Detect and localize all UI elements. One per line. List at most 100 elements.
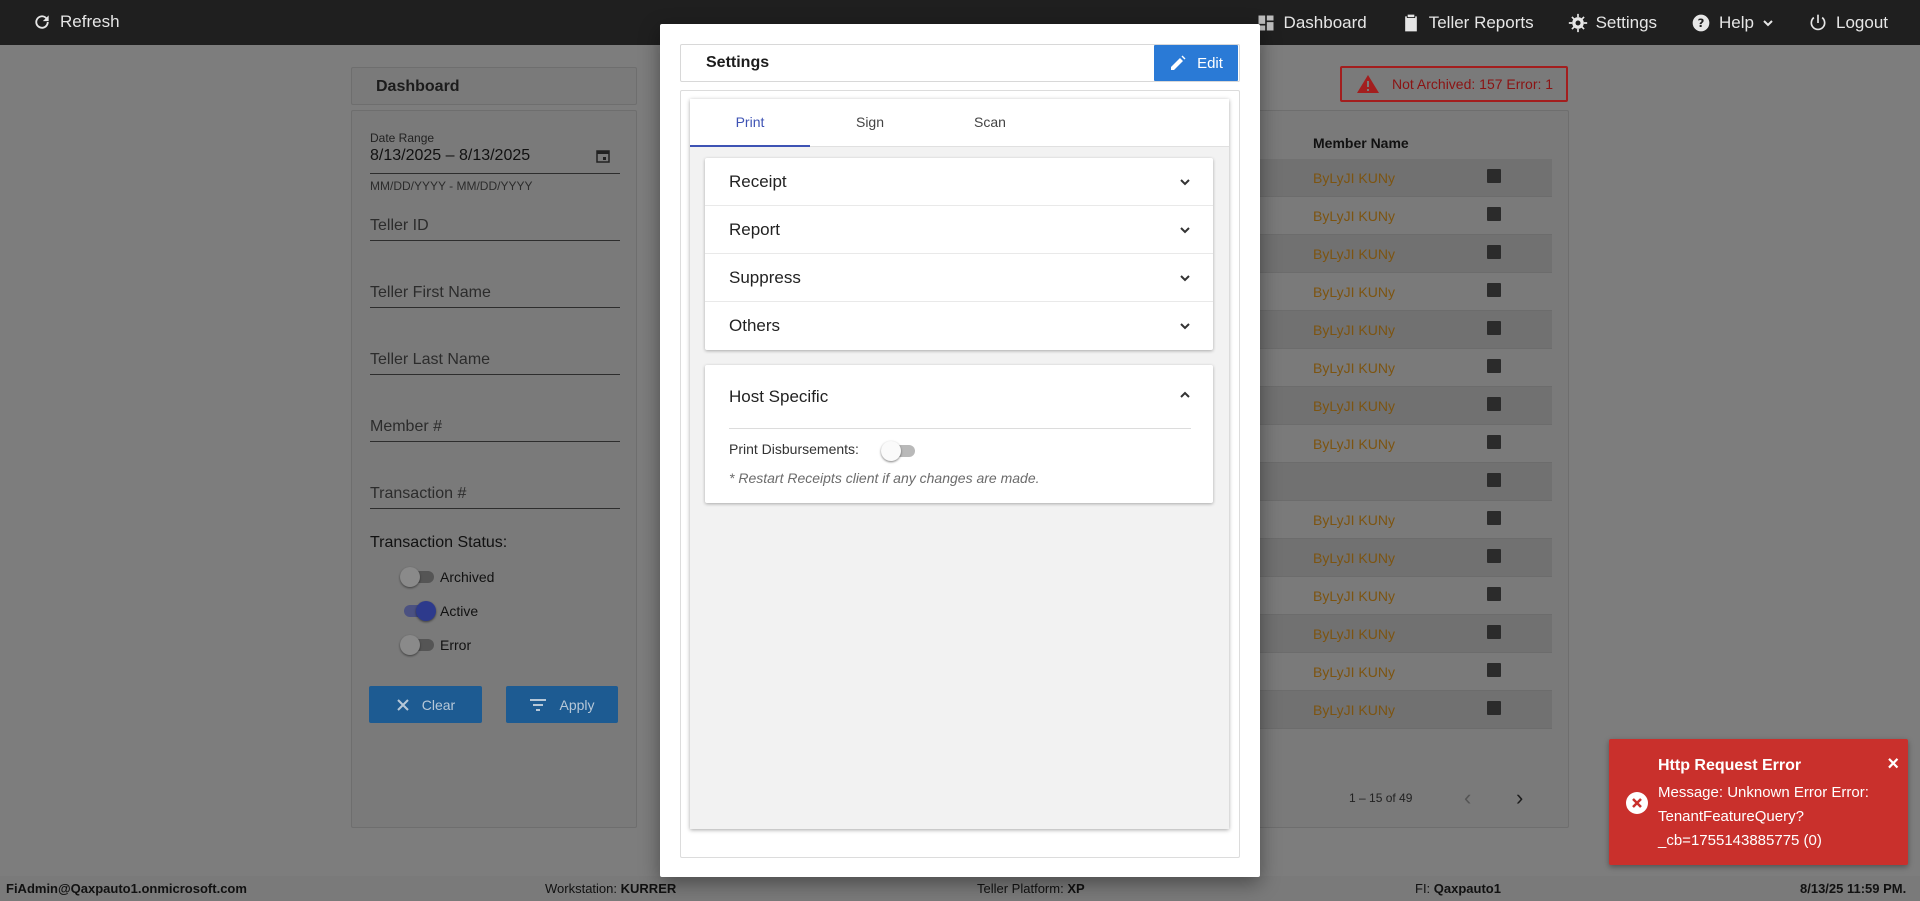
note-icon[interactable] (1487, 663, 1501, 677)
power-icon (1810, 14, 1826, 30)
calendar-icon[interactable] (596, 149, 610, 163)
note-icon[interactable] (1487, 511, 1501, 525)
member-name-cell[interactable]: ByLyJI KUNy (1313, 588, 1395, 604)
table-row[interactable]: ByLyJI KUNy (1259, 273, 1552, 311)
nav-help[interactable]: ? Help (1691, 13, 1774, 33)
note-icon[interactable] (1487, 625, 1501, 639)
edit-button[interactable]: Edit (1154, 45, 1238, 81)
nav-teller-reports[interactable]: Teller Reports (1401, 13, 1534, 33)
error-label: Error (440, 637, 472, 653)
member-name-header: Member Name (1313, 135, 1409, 151)
table-row[interactable]: ByLyJI KUNy (1259, 425, 1552, 463)
close-icon (397, 698, 409, 711)
note-icon[interactable] (1487, 435, 1501, 449)
transaction-number-field[interactable]: Transaction # (370, 485, 466, 503)
table-row[interactable]: ByLyJI KUNy (1259, 197, 1552, 235)
note-icon[interactable] (1487, 321, 1501, 335)
member-name-cell[interactable]: ByLyJI KUNy (1313, 664, 1395, 680)
host-specific-header[interactable]: Host Specific (729, 387, 828, 407)
workstation-label: Workstation: (545, 881, 618, 896)
note-icon[interactable] (1487, 587, 1501, 601)
archive-status-alert[interactable]: Not Archived: 157 Error: 1 (1340, 66, 1568, 102)
clear-label: Clear (421, 696, 456, 713)
refresh-button[interactable]: Refresh (32, 12, 120, 32)
help-icon: ? (1692, 14, 1710, 31)
gear-icon (1568, 13, 1587, 32)
note-icon[interactable] (1487, 397, 1501, 411)
tab-scan[interactable]: Scan (930, 99, 1050, 147)
nav-help-label: Help (1719, 12, 1754, 32)
print-disbursements-label: Print Disbursements: (729, 441, 859, 457)
prev-page-button[interactable]: ‹ (1464, 785, 1471, 811)
nav-settings[interactable]: Settings (1568, 13, 1657, 33)
archived-toggle-row[interactable]: Archived (400, 567, 494, 587)
note-icon[interactable] (1487, 473, 1501, 487)
member-name-cell[interactable]: ByLyJI KUNy (1313, 246, 1395, 262)
tab-sign[interactable]: Sign (810, 99, 930, 147)
member-name-cell[interactable]: ByLyJI KUNy (1313, 626, 1395, 642)
toast-close-button[interactable]: × (1887, 753, 1899, 776)
section-suppress[interactable]: Suppress (705, 254, 1213, 302)
chevron-up-icon[interactable] (1177, 387, 1193, 403)
section-receipt[interactable]: Receipt (705, 158, 1213, 206)
nav-dashboard[interactable]: Dashboard (1256, 13, 1367, 33)
tab-print[interactable]: Print (690, 99, 810, 147)
chevron-down-icon (1763, 19, 1773, 26)
nav-logout[interactable]: Logout (1808, 13, 1888, 33)
teller-last-underline (370, 374, 620, 375)
section-others[interactable]: Others (705, 302, 1213, 350)
transaction-status-label: Transaction Status: (370, 534, 508, 551)
note-icon[interactable] (1487, 245, 1501, 259)
table-row[interactable]: ByLyJI KUNy (1259, 311, 1552, 349)
toast-message: Message: Unknown Error Error: TenantFeat… (1658, 784, 1869, 849)
table-row[interactable]: ByLyJI KUNy (1259, 235, 1552, 273)
next-page-button[interactable]: › (1516, 785, 1523, 811)
date-range-input[interactable]: 8/13/2025 – 8/13/2025 (370, 147, 530, 165)
table-row[interactable]: ByLyJI KUNy (1259, 577, 1552, 615)
table-row[interactable]: ByLyJI KUNy (1259, 159, 1552, 197)
date-range-hint: MM/DD/YYYY - MM/DD/YYYY (370, 179, 533, 193)
clear-button[interactable]: Clear (369, 686, 482, 723)
teller-first-name-field[interactable]: Teller First Name (370, 284, 491, 302)
member-name-cell[interactable]: ByLyJI KUNy (1313, 436, 1395, 452)
table-row[interactable]: ByLyJI KUNy (1259, 539, 1552, 577)
active-toggle-row[interactable]: Active (400, 601, 478, 621)
note-icon[interactable] (1487, 169, 1501, 183)
note-icon[interactable] (1487, 283, 1501, 297)
member-name-cell[interactable]: ByLyJI KUNy (1313, 550, 1395, 566)
member-name-cell[interactable]: ByLyJI KUNy (1313, 512, 1395, 528)
section-report-label: Report (729, 220, 781, 239)
note-icon[interactable] (1487, 701, 1501, 715)
note-icon[interactable] (1487, 207, 1501, 221)
archived-toggle[interactable] (400, 567, 434, 587)
teller-last-name-field[interactable]: Teller Last Name (370, 351, 490, 369)
table-row[interactable]: ByLyJI KUNy (1259, 501, 1552, 539)
member-name-cell[interactable]: ByLyJI KUNy (1313, 170, 1395, 186)
error-toggle-row[interactable]: Error (400, 635, 472, 655)
member-name-cell[interactable]: ByLyJI KUNy (1313, 398, 1395, 414)
error-toggle[interactable] (400, 635, 434, 655)
member-number-field[interactable]: Member # (370, 418, 442, 436)
error-toast: Http Request Error Message: Unknown Erro… (1609, 739, 1908, 865)
member-name-cell[interactable]: ByLyJI KUNy (1313, 360, 1395, 376)
table-row[interactable]: ByLyJI KUNy (1259, 653, 1552, 691)
note-icon[interactable] (1487, 359, 1501, 373)
apply-button[interactable]: Apply (506, 686, 618, 723)
member-name-cell[interactable]: ByLyJI KUNy (1313, 208, 1395, 224)
member-name-cell[interactable]: ByLyJI KUNy (1313, 702, 1395, 718)
note-icon[interactable] (1487, 549, 1501, 563)
print-disbursements-toggle[interactable] (881, 441, 915, 461)
teller-id-field[interactable]: Teller ID (370, 217, 429, 235)
chevron-down-icon (1180, 275, 1190, 282)
active-toggle[interactable] (400, 601, 436, 621)
member-name-cell[interactable]: ByLyJI KUNy (1313, 322, 1395, 338)
section-report[interactable]: Report (705, 206, 1213, 254)
table-row[interactable]: ByLyJI KUNy (1259, 615, 1552, 653)
table-row[interactable]: ByLyJI KUNy (1259, 349, 1552, 387)
restart-note: * Restart Receipts client if any changes… (729, 470, 1040, 486)
member-name-cell[interactable]: ByLyJI KUNy (1313, 284, 1395, 300)
table-row[interactable]: ByLyJI KUNy (1259, 387, 1552, 425)
apply-label: Apply (559, 696, 595, 713)
table-row[interactable] (1259, 463, 1552, 501)
table-row[interactable]: ByLyJI KUNy (1259, 691, 1552, 729)
